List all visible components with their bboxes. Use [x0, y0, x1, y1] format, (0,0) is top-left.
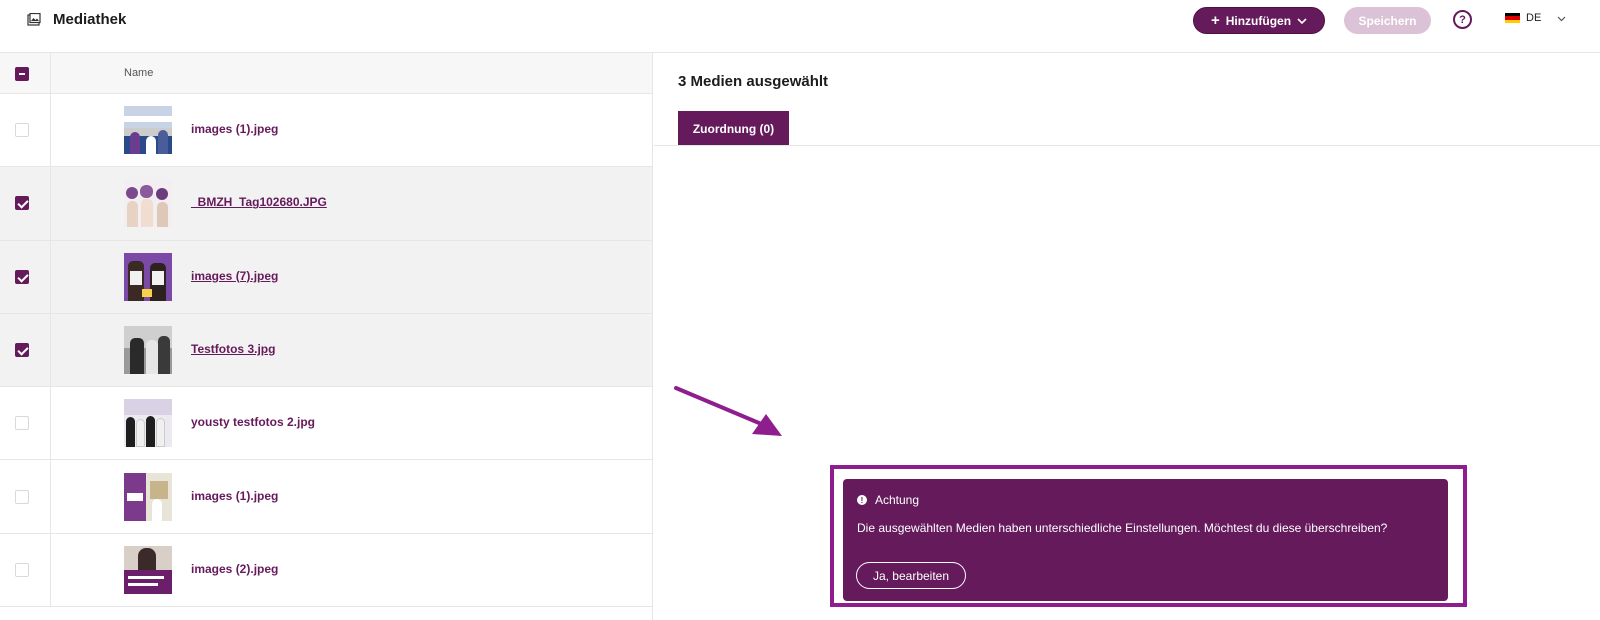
row-checkbox[interactable]	[15, 269, 29, 284]
media-thumbnail[interactable]	[124, 252, 172, 301]
confirm-edit-button[interactable]: Ja, bearbeiten	[856, 562, 966, 589]
file-name-link[interactable]: yousty testfotos 2.jpg	[191, 415, 315, 429]
row-checkbox[interactable]	[15, 196, 29, 211]
selection-title: 3 Medien ausgewählt	[678, 73, 829, 90]
warning-alert: ! Achtung Die ausgewählten Medien haben …	[843, 479, 1448, 601]
table-row[interactable]: yousty testfotos 2.jpg	[0, 387, 652, 461]
page-title: Mediathek	[53, 11, 127, 28]
table-row[interactable]: images (1).jpeg	[0, 460, 652, 534]
media-thumbnail[interactable]	[124, 545, 172, 594]
top-bar: Mediathek + Hinzufügen Speichern ? DE	[0, 0, 1600, 53]
table-row[interactable]: images (2).jpeg	[0, 533, 652, 608]
file-name-link[interactable]: images (2).jpeg	[191, 562, 278, 576]
alert-title: Achtung	[875, 493, 920, 507]
plus-icon: +	[1210, 12, 1220, 29]
table-row[interactable]: images (1).jpeg	[0, 94, 652, 168]
row-check-cell	[0, 387, 51, 460]
media-thumbnail[interactable]	[124, 399, 172, 448]
tab-assignment[interactable]: Zuordnung (0)	[678, 111, 789, 146]
table-row[interactable]: _BMZH_Tag102680.JPG	[0, 167, 652, 241]
add-button-label: Hinzufügen	[1225, 13, 1292, 28]
row-checkbox[interactable]	[15, 123, 29, 138]
table-row[interactable]: images (7).jpeg	[0, 240, 652, 314]
save-button[interactable]: Speichern	[1344, 7, 1431, 34]
file-name-link[interactable]: Testfotos 3.jpg	[191, 342, 275, 356]
annotation-arrow-icon	[674, 386, 782, 436]
file-name-link[interactable]: images (7).jpeg	[191, 269, 278, 283]
select-all-checkbox[interactable]	[15, 66, 29, 81]
table-header: Name	[0, 53, 652, 94]
row-check-cell	[0, 460, 51, 533]
media-library-icon	[27, 13, 41, 26]
file-name-link[interactable]: _BMZH_Tag102680.JPG	[191, 195, 327, 209]
help-icon[interactable]: ?	[1453, 10, 1472, 29]
chevron-down-icon	[1557, 16, 1566, 22]
chevron-down-icon	[1297, 17, 1307, 24]
alert-message: Die ausgewählten Medien haben unterschie…	[857, 521, 1388, 535]
media-thumbnail[interactable]	[124, 472, 172, 521]
language-label: DE	[1526, 12, 1542, 24]
row-check-cell	[0, 167, 51, 240]
media-table: Name images (1).jpeg _BMZH_Tag102680.JPG	[0, 53, 653, 620]
language-selector[interactable]: DE	[1505, 12, 1566, 24]
media-thumbnail[interactable]	[124, 179, 172, 228]
file-name-link[interactable]: images (1).jpeg	[191, 489, 278, 503]
media-thumbnail[interactable]	[124, 326, 172, 375]
row-checkbox[interactable]	[15, 489, 29, 504]
row-check-cell	[0, 94, 51, 167]
row-checkbox[interactable]	[15, 343, 29, 358]
row-check-cell	[0, 240, 51, 313]
select-all-cell	[0, 53, 51, 94]
file-name-link[interactable]: images (1).jpeg	[191, 122, 278, 136]
row-checkbox[interactable]	[15, 562, 29, 577]
row-checkbox[interactable]	[15, 416, 29, 431]
column-header-name: Name	[124, 67, 154, 79]
info-icon: !	[857, 495, 867, 505]
table-row[interactable]: Testfotos 3.jpg	[0, 313, 652, 388]
german-flag-icon	[1505, 13, 1520, 23]
row-check-cell	[0, 533, 51, 607]
tab-divider	[654, 145, 1600, 146]
add-button[interactable]: + Hinzufügen	[1193, 7, 1325, 34]
row-check-cell	[0, 313, 51, 387]
media-thumbnail[interactable]	[124, 106, 172, 155]
